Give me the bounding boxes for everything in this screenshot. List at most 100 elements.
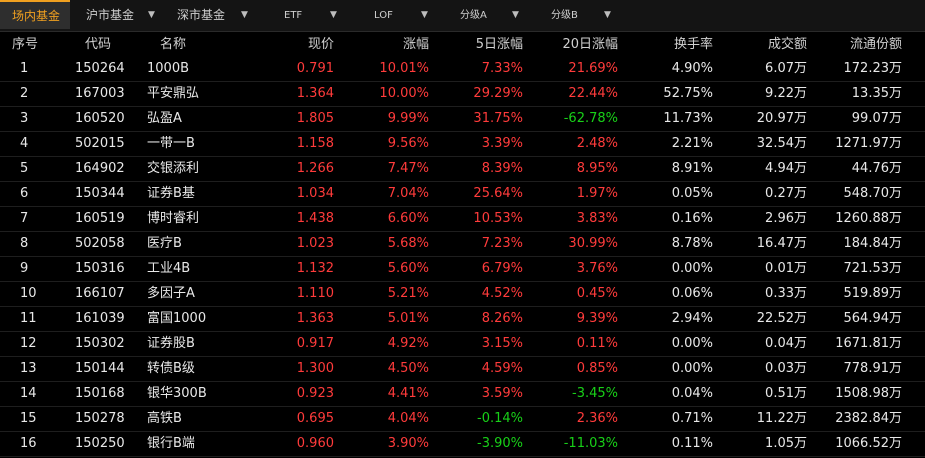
col-header-price[interactable]: 现价: [250, 35, 334, 55]
five-day-change: 8.26%: [481, 311, 523, 326]
turnover-rate: 0.11%: [671, 436, 713, 451]
current-price: 0.923: [296, 386, 334, 401]
tab-grade-a[interactable]: 分级A ▼: [460, 0, 526, 31]
five-day-change: -3.90%: [477, 436, 523, 451]
five-day-change: 3.39%: [481, 136, 523, 151]
table-row[interactable]: 7 160519 博时睿利 1.438 6.60% 10.53% 3.83% 0.16% 2.9…: [0, 206, 925, 232]
float-shares: 1508.98万: [835, 386, 902, 401]
five-day-change: 7.33%: [481, 61, 523, 76]
table-row[interactable]: 6 150344 证券B基 1.034 7.04% 25.64% 1.97% 0.05% 0.2…: [0, 181, 925, 207]
fund-name: 医疗B: [147, 236, 182, 251]
twenty-day-change: 0.11%: [576, 336, 618, 351]
table-row[interactable]: 8 502058 医疗B 1.023 5.68% 7.23% 30.99% 8.78% 16.4…: [0, 231, 925, 257]
five-day-change: 25.64%: [473, 186, 523, 201]
table-row[interactable]: 3 160520 弘盈A 1.805 9.99% 31.75% -62.78% 11.73% 2…: [0, 106, 925, 132]
col-header-float-shares[interactable]: 流通份额: [805, 35, 902, 55]
float-shares: 13.35万: [851, 86, 902, 101]
fund-code: 502058: [75, 236, 125, 251]
chevron-down-icon: ▼: [421, 10, 428, 20]
table-row[interactable]: 12 150302 证券股B 0.917 4.92% 3.15% 0.11% 0.00% 0.0…: [0, 331, 925, 357]
turnover-rate: 0.16%: [671, 211, 713, 226]
tab-lof[interactable]: LOF ▼: [374, 0, 434, 31]
col-header-change[interactable]: 涨幅: [345, 35, 429, 55]
twenty-day-change: 0.85%: [576, 361, 618, 376]
col-header-volume[interactable]: 成交额: [720, 35, 807, 55]
float-shares: 1671.81万: [835, 336, 902, 351]
turnover-rate: 4.90%: [671, 61, 713, 76]
change-percent: 7.47%: [387, 161, 429, 176]
five-day-change: 3.59%: [481, 386, 523, 401]
five-day-change: 4.59%: [481, 361, 523, 376]
trade-volume: 0.27万: [765, 186, 807, 201]
trade-volume: 0.01万: [765, 261, 807, 276]
trade-volume: 0.33万: [765, 286, 807, 301]
trade-volume: 0.04万: [765, 336, 807, 351]
table-row[interactable]: 14 150168 银华300B 0.923 4.41% 3.59% -3.45% 0.04%…: [0, 381, 925, 407]
tab-sh-funds[interactable]: 沪市基金 ▼: [86, 0, 164, 31]
col-header-5day-change[interactable]: 5日涨幅: [430, 35, 523, 55]
turnover-rate: 2.21%: [671, 136, 713, 151]
fund-code: 150264: [75, 61, 125, 76]
row-index: 13: [20, 361, 37, 376]
current-price: 1.158: [296, 136, 334, 151]
float-shares: 2382.84万: [835, 411, 902, 426]
trade-volume: 4.94万: [765, 161, 807, 176]
twenty-day-change: -11.03%: [563, 436, 618, 451]
fund-name: 银华300B: [147, 386, 207, 401]
fund-code: 150316: [75, 261, 125, 276]
fund-code: 167003: [75, 86, 125, 101]
col-header-20day-change[interactable]: 20日涨幅: [525, 35, 618, 55]
market-tab-bar: 场内基金 沪市基金 ▼ 深市基金 ▼ ETF ▼ LOF ▼ 分级A ▼ 分级B…: [0, 0, 925, 32]
trade-volume: 1.05万: [765, 436, 807, 451]
col-header-code[interactable]: 代码: [85, 35, 165, 55]
row-index: 9: [20, 261, 29, 276]
fund-code: 150168: [75, 386, 125, 401]
table-row[interactable]: 13 150144 转债B级 1.300 4.50% 4.59% 0.85% 0.00% 0.0…: [0, 356, 925, 382]
twenty-day-change: 22.44%: [568, 86, 618, 101]
current-price: 0.791: [296, 61, 334, 76]
tab-label: 沪市基金: [86, 8, 135, 22]
col-header-index[interactable]: 序号: [12, 35, 42, 55]
tab-label: 分级A: [460, 10, 487, 21]
fund-name: 富国1000: [147, 311, 207, 326]
change-percent: 5.68%: [387, 236, 429, 251]
turnover-rate: 2.94%: [671, 311, 713, 326]
turnover-rate: 11.73%: [663, 111, 713, 126]
fund-name: 高铁B: [147, 411, 182, 426]
trade-volume: 2.96万: [765, 211, 807, 226]
table-row[interactable]: 2 167003 平安鼎弘 1.364 10.00% 29.29% 22.44% 52.75%…: [0, 81, 925, 107]
fund-name: 弘盈A: [147, 111, 182, 126]
turnover-rate: 0.71%: [671, 411, 713, 426]
col-header-turnover[interactable]: 换手率: [620, 35, 713, 55]
table-row[interactable]: 9 150316 工业4B 1.132 5.60% 6.79% 3.76% 0.00% 0.01…: [0, 256, 925, 282]
float-shares: 1271.97万: [835, 136, 902, 151]
tab-etf[interactable]: ETF ▼: [284, 0, 344, 31]
five-day-change: 31.75%: [473, 111, 523, 126]
fund-name: 交银添利: [147, 161, 200, 176]
twenty-day-change: -3.45%: [572, 386, 618, 401]
trade-volume: 16.47万: [756, 236, 807, 251]
table-row[interactable]: 5 164902 交银添利 1.266 7.47% 8.39% 8.95% 8.91% 4.94…: [0, 156, 925, 182]
tab-sz-funds[interactable]: 深市基金 ▼: [177, 0, 255, 31]
tab-grade-b[interactable]: 分级B ▼: [551, 0, 617, 31]
table-row[interactable]: 4 502015 一带一B 1.158 9.56% 3.39% 2.48% 2.21% 32.5…: [0, 131, 925, 157]
fund-name: 证券B基: [147, 186, 195, 201]
table-row[interactable]: 1 150264 1000B 0.791 10.01% 7.33% 21.69% 4.90% 6…: [0, 56, 925, 82]
table-row[interactable]: 16 150250 银行B端 0.960 3.90% -3.90% -11.03% 0.11%…: [0, 431, 925, 457]
float-shares: 519.89万: [843, 286, 903, 301]
table-row[interactable]: 11 161039 富国1000 1.363 5.01% 8.26% 9.39% 2.94% 2…: [0, 306, 925, 332]
table-row[interactable]: 15 150278 高铁B 0.695 4.04% -0.14% 2.36% 0.71% 11.…: [0, 406, 925, 432]
fund-name: 转债B级: [147, 361, 195, 376]
trade-volume: 6.07万: [765, 61, 807, 76]
twenty-day-change: 2.36%: [576, 411, 618, 426]
table-row[interactable]: 10 166107 多因子A 1.110 5.21% 4.52% 0.45% 0.06% 0.3…: [0, 281, 925, 307]
row-index: 2: [20, 86, 29, 101]
fund-code: 160520: [75, 111, 125, 126]
twenty-day-change: 2.48%: [576, 136, 618, 151]
tab-all-funds[interactable]: 场内基金: [0, 0, 70, 29]
row-index: 5: [20, 161, 29, 176]
row-index: 7: [20, 211, 29, 226]
current-price: 1.363: [296, 311, 334, 326]
five-day-change: 29.29%: [473, 86, 523, 101]
row-index: 12: [20, 336, 37, 351]
